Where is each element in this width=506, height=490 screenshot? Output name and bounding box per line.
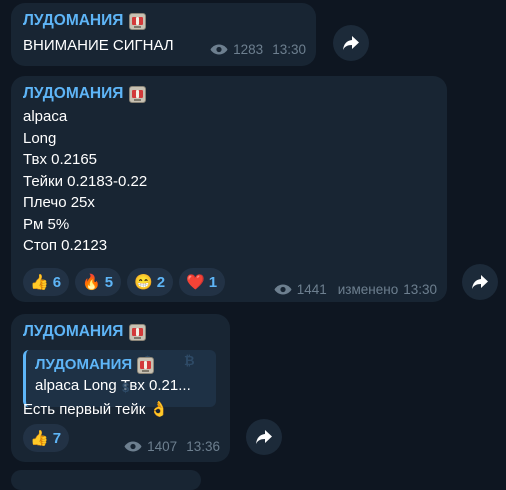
message-time: 13:36: [186, 439, 220, 454]
reaction-count: 2: [156, 273, 166, 291]
thumbs-up-icon: 👍: [30, 429, 49, 447]
reply-author: ЛУДОМАНИЯ: [35, 355, 208, 375]
slot-machine-icon: [129, 323, 147, 341]
heart-icon: ❤️: [186, 273, 205, 291]
share-button[interactable]: [462, 264, 498, 300]
eye-icon: [210, 44, 228, 55]
share-button[interactable]: [333, 25, 369, 61]
reaction-heart[interactable]: ❤️ 1: [179, 268, 226, 296]
slot-machine-icon: [137, 356, 155, 374]
share-arrow-icon: [343, 36, 359, 50]
reply-author-label: ЛУДОМАНИЯ: [35, 356, 133, 373]
message-text: Есть первый тейк 👌: [23, 401, 169, 418]
bitcoin-decoration: ₿: [184, 353, 195, 368]
message-time: 13:30: [272, 42, 306, 57]
reactions-bar: 👍 6 🔥 5 😁 2 ❤️ 1: [23, 268, 226, 296]
message-bubble-partial[interactable]: [11, 470, 201, 490]
slot-machine-icon: [129, 85, 147, 103]
grin-icon: 😁: [134, 273, 153, 291]
reaction-thumbs-up[interactable]: 👍 6: [23, 268, 70, 296]
channel-name[interactable]: ЛУДОМАНИЯ: [23, 322, 218, 342]
thumbs-up-icon: 👍: [30, 273, 49, 291]
view-count: 1407: [147, 439, 178, 454]
view-count: 1283: [233, 42, 264, 57]
message-line: Рм 5%: [23, 215, 70, 233]
share-arrow-icon: [256, 430, 272, 444]
edited-label: изменено: [337, 282, 399, 297]
channel-name-label[interactable]: ЛУДОМАНИЯ: [23, 84, 123, 104]
message-line: alpaca: [23, 108, 68, 125]
message-line: Тейки 0.2183-0.22: [23, 172, 148, 190]
fire-icon: 🔥: [82, 273, 101, 291]
reaction-thumbs-up[interactable]: 👍 7: [23, 424, 70, 452]
message-bubble[interactable]: ЛУДОМАНИЯ $ ₿ $ ЛУДОМАНИЯ alpaca Long Тв…: [11, 314, 230, 462]
reaction-count: 6: [52, 273, 62, 291]
message-text: alpaca Long Твх 0.2165 Тейки 0.2183-0.22…: [23, 106, 435, 257]
channel-name[interactable]: ЛУДОМАНИЯ: [23, 11, 304, 31]
message-line: Long: [23, 129, 57, 147]
eye-icon: [274, 284, 292, 295]
channel-name[interactable]: ЛУДОМАНИЯ: [23, 84, 435, 104]
reaction-count: 1: [208, 273, 218, 291]
reaction-count: 7: [52, 429, 62, 447]
message-bubble[interactable]: ЛУДОМАНИЯ ВНИМАНИЕ СИГНАЛ 1283 13:30: [11, 3, 316, 66]
eye-icon: [124, 441, 142, 452]
message-line: Стоп 0.2123: [23, 237, 108, 254]
channel-name-label[interactable]: ЛУДОМАНИЯ: [23, 11, 123, 31]
reaction-grin[interactable]: 😁 2: [127, 268, 174, 296]
slot-machine-icon: [129, 12, 147, 30]
message-line: Твх 0.2165: [23, 151, 98, 168]
channel-name-label[interactable]: ЛУДОМАНИЯ: [23, 322, 123, 342]
message-line: Плечо 25х: [23, 194, 95, 211]
reaction-count: 5: [104, 273, 114, 291]
message-bubble[interactable]: ЛУДОМАНИЯ alpaca Long Твх 0.2165 Тейки 0…: [11, 76, 447, 302]
message-meta: 1283 13:30: [210, 42, 306, 57]
message-time: 13:30: [403, 282, 437, 297]
view-count: 1441: [296, 282, 327, 297]
message-meta: 1407 13:36: [124, 439, 220, 454]
reaction-fire[interactable]: 🔥 5: [75, 268, 122, 296]
share-arrow-icon: [472, 275, 488, 289]
share-button[interactable]: [246, 419, 282, 455]
reactions-bar: 👍 7: [23, 424, 70, 452]
dollar-decoration: $: [122, 380, 130, 395]
message-meta: 1441 изменено 13:30: [274, 282, 437, 297]
